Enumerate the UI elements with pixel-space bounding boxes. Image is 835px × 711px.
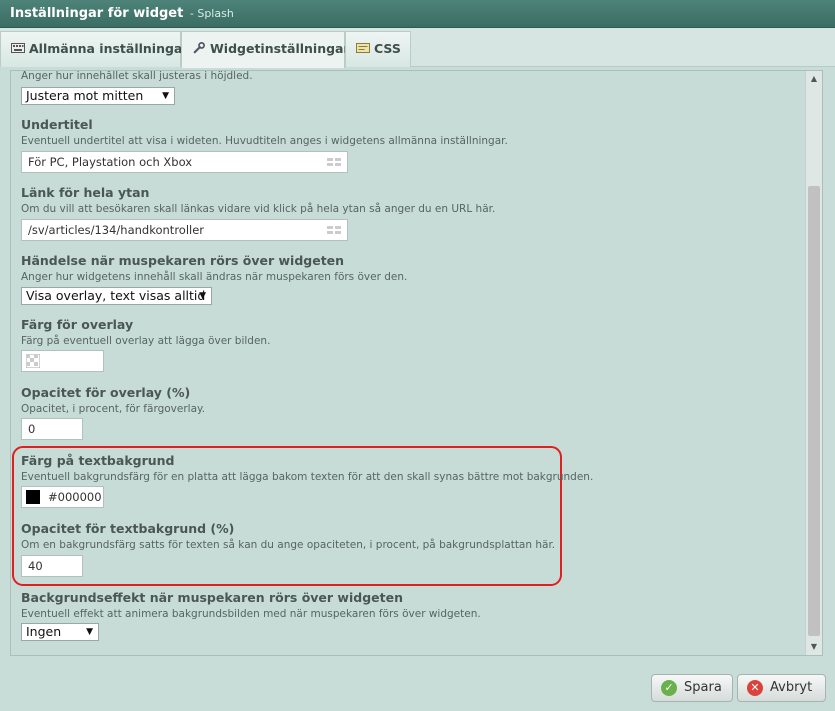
field-hover-event: Händelse när muspekaren rörs över widget… [21,253,407,283]
dropdown-arrow-icon: ▼ [86,627,93,637]
field-description: Anger hur widgetens innehåll skall ändra… [21,271,408,283]
field-description: Eventuell undertitel att visa i wideten.… [21,135,508,147]
field-overlay-color: Färg för overlay Färg på eventuell overl… [21,317,270,347]
field-text-bg-color: Färg på textbakgrund Eventuell bakgrunds… [21,453,593,483]
dropdown-arrow-icon: ▼ [162,91,169,101]
tab-widget-settings[interactable]: Widgetinställningar [181,31,350,68]
select-value: Visa overlay, text visas alltid [26,288,206,303]
scroll-up-icon[interactable]: ▲ [806,71,822,87]
color-value: #000000 [48,490,102,504]
scroll-down-icon[interactable]: ▼ [806,639,822,655]
window-title: Inställningar för widget [10,6,184,21]
input-value: 40 [28,559,43,573]
cancel-button-label: Avbryt [770,680,813,695]
input-value: /sv/articles/134/handkontroller [28,223,205,237]
field-text-bg-opacity: Opacitet för textbakgrund (%) Om en bakg… [21,521,555,551]
overlay-opacity-input[interactable]: 0 [21,418,83,440]
field-label: Backgrundseffekt när muspekaren rörs öve… [21,590,403,605]
settings-panel: Anger hur innehållet skall justeras i hö… [10,70,823,656]
wrench-icon [193,42,205,54]
close-icon: ✕ [747,680,763,696]
tab-label: CSS [374,41,401,56]
field-description: Eventuell bakgrundsfärg för en platta at… [21,471,594,483]
cancel-button[interactable]: ✕ Avbryt [737,674,826,702]
field-subtitle: Undertitel Eventuell undertitel att visa… [21,117,508,147]
field-vertical-align: Anger hur innehållet skall justeras i hö… [21,70,253,82]
field-label: Opacitet för overlay (%) [21,385,191,400]
field-label: Undertitel [21,117,93,132]
select-value: Ingen [26,624,62,639]
transparent-swatch-icon [26,354,40,368]
field-label: Händelse när muspekaren rörs över widget… [21,253,345,268]
text-bg-color-picker[interactable]: #000000 [21,486,104,508]
dropdown-arrow-icon: ▼ [199,291,206,301]
text-grip-icon [327,158,341,166]
field-label: Färg för overlay [21,317,134,332]
tab-label: Widgetinställningar [210,41,350,56]
input-value: 0 [28,422,36,436]
field-overlay-opacity: Opacitet för overlay (%) Opacitet, i pro… [21,385,205,415]
tab-css[interactable]: CSS [345,31,411,67]
tab-general-settings[interactable]: Allmänna inställningar [0,31,189,67]
hover-event-select[interactable]: Visa overlay, text visas alltid ▼ [21,287,212,305]
save-button-label: Spara [684,680,722,695]
overlay-color-picker[interactable] [21,350,104,372]
save-button[interactable]: ✓ Spara [651,674,733,702]
text-bg-opacity-input[interactable]: 40 [21,555,83,577]
field-bg-effect: Backgrundseffekt när muspekaren rörs öve… [21,590,481,620]
text-grip-icon [327,226,341,234]
field-description: Om du vill att besökaren skall länkas vi… [21,203,496,215]
field-description: Färg på eventuell overlay att lägga över… [21,335,271,347]
field-description: Opacitet, i procent, för färgoverlay. [21,403,206,415]
tab-label: Allmänna inställningar [29,41,189,56]
field-description: Eventuell effekt att animera bakgrundsbi… [21,608,481,620]
field-label: Färg på textbakgrund [21,453,175,468]
link-input[interactable]: /sv/articles/134/handkontroller [21,219,348,241]
scroll-thumb[interactable] [808,186,820,636]
check-icon: ✓ [661,680,677,696]
field-link: Länk för hela ytan Om du vill att besöka… [21,185,495,215]
subtitle-input[interactable]: För PC, Playstation och Xbox [21,151,348,173]
color-swatch [26,490,40,504]
keyboard-icon [11,43,25,53]
select-value: Justera mot mitten [26,88,144,103]
bg-effect-select[interactable]: Ingen ▼ [21,623,99,641]
window-titlebar: Inställningar för widget - Splash [0,0,835,28]
vertical-scrollbar[interactable]: ▲ ▼ [805,71,822,655]
field-description: Anger hur innehållet skall justeras i hö… [21,70,253,82]
vertical-align-select[interactable]: Justera mot mitten ▼ [21,87,175,105]
tab-bar: Allmänna inställningar Widgetinställning… [0,28,835,68]
field-description: Om en bakgrundsfärg satts för texten så … [21,539,556,551]
field-label: Opacitet för textbakgrund (%) [21,521,235,536]
window-subtitle: - Splash [189,7,234,20]
dialog-footer: ✓ Spara ✕ Avbryt [0,660,835,711]
input-value: För PC, Playstation och Xbox [28,155,193,169]
field-label: Länk för hela ytan [21,185,150,200]
css-file-icon [356,43,370,53]
